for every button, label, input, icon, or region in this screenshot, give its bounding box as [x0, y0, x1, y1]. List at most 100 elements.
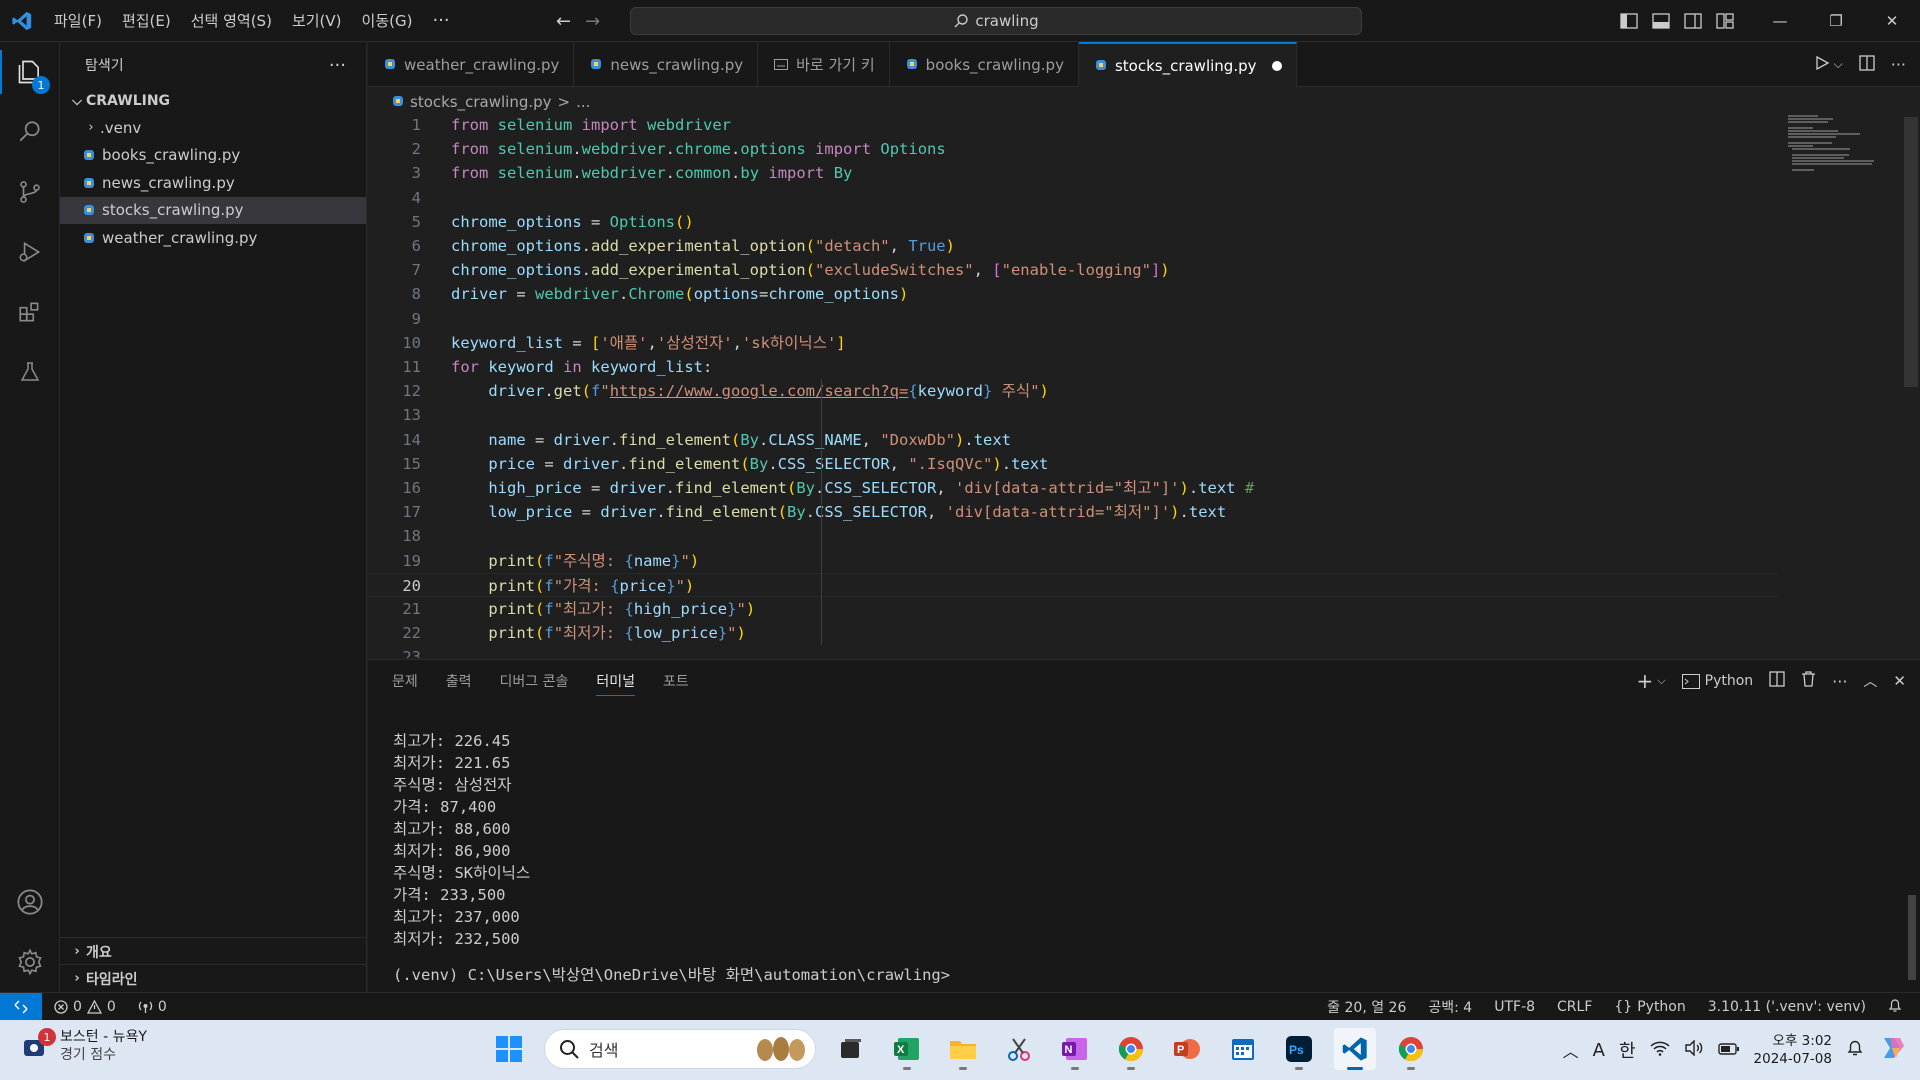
- code-line[interactable]: 6 chrome_options.add_experimental_option(…: [368, 234, 1778, 258]
- tray-overflow-chevron-up-icon[interactable]: ︿: [1563, 1038, 1579, 1062]
- account-icon[interactable]: [0, 872, 60, 932]
- code-line[interactable]: 13: [368, 403, 1778, 427]
- powerpoint-icon[interactable]: P: [1166, 1028, 1208, 1070]
- code-line[interactable]: 11 for keyword in keyword_list:: [368, 355, 1778, 379]
- indentation[interactable]: 공백: 4: [1428, 997, 1472, 1017]
- chrome-icon[interactable]: [1110, 1028, 1152, 1070]
- notifications-bell-icon[interactable]: [1888, 998, 1902, 1017]
- extensions-icon[interactable]: [0, 282, 60, 342]
- split-terminal-icon[interactable]: [1769, 671, 1785, 691]
- battery-icon[interactable]: [1717, 1040, 1740, 1061]
- tree-item-weather[interactable]: weather_crawling.py: [60, 224, 366, 252]
- restore-icon[interactable]: ❐: [1808, 0, 1864, 42]
- editor-more-icon[interactable]: ···: [1891, 55, 1906, 74]
- menu-more-icon[interactable]: ···: [422, 10, 459, 31]
- panel-tab-debug-console[interactable]: 디버그 콘솔: [500, 671, 569, 691]
- breadcrumb-symbols[interactable]: ...: [576, 93, 590, 111]
- panel-tab-ports[interactable]: 포트: [663, 671, 689, 691]
- code-line[interactable]: 17 low_price = driver.find_element(By.CS…: [368, 500, 1778, 524]
- code-line[interactable]: 8 driver = webdriver.Chrome(options=chrom…: [368, 282, 1778, 306]
- code-editor[interactable]: 1 from selenium import webdriver 2 from sel…: [368, 113, 1920, 658]
- code-line[interactable]: 5 chrome_options = Options(): [368, 210, 1778, 234]
- tab-weather-crawling[interactable]: weather_crawling.py: [368, 42, 575, 87]
- chrome-second-icon[interactable]: [1390, 1028, 1432, 1070]
- split-editor-icon[interactable]: [1859, 54, 1875, 75]
- system-clock[interactable]: 오후 3:02 2024-07-08: [1754, 1032, 1832, 1068]
- outline-section[interactable]: › 개요: [60, 937, 367, 965]
- code-line[interactable]: 12 driver.get(f"https://www.google.com/s…: [368, 379, 1778, 403]
- code-line[interactable]: 23: [368, 645, 1778, 658]
- vscode-taskbar-icon[interactable]: [1334, 1028, 1376, 1070]
- code-line[interactable]: 3 from selenium.webdriver.common.by impor…: [368, 161, 1778, 185]
- code-line[interactable]: 19 print(f"주식명: {name}"): [368, 549, 1778, 573]
- wifi-icon[interactable]: [1650, 1040, 1670, 1061]
- end-of-line[interactable]: CRLF: [1557, 999, 1592, 1015]
- code-line[interactable]: 1 from selenium import webdriver: [368, 113, 1778, 137]
- code-line[interactable]: 2 from selenium.webdriver.chrome.options …: [368, 137, 1778, 161]
- menu-go[interactable]: 이동(G): [352, 0, 423, 42]
- back-arrow-icon[interactable]: ←: [556, 11, 571, 32]
- toggle-panel-icon[interactable]: [1650, 10, 1672, 32]
- editor-scrollbar[interactable]: [1904, 117, 1918, 387]
- customize-layout-icon[interactable]: [1714, 10, 1736, 32]
- toggle-secondary-sidebar-icon[interactable]: [1682, 10, 1704, 32]
- code-line[interactable]: 14 name = driver.find_element(By.CLASS_N…: [368, 428, 1778, 452]
- minimap[interactable]: [1786, 113, 1876, 173]
- timeline-section[interactable]: › 타임라인: [60, 964, 367, 992]
- panel-tab-output[interactable]: 출력: [446, 671, 472, 691]
- search-view-icon[interactable]: [0, 102, 60, 162]
- terminal-prompt[interactable]: (.venv) C:\Users\박상연\OneDrive\바탕 화면\auto…: [393, 964, 950, 986]
- ports-indicator[interactable]: 0: [138, 999, 167, 1015]
- python-interpreter[interactable]: 3.10.11 ('.venv': venv): [1708, 999, 1866, 1015]
- panel-tab-terminal[interactable]: 터미널: [596, 671, 636, 696]
- code-line[interactable]: 15 price = driver.find_element(By.CSS_SE…: [368, 452, 1778, 476]
- run-debug-icon[interactable]: [0, 222, 60, 282]
- start-button-windows-icon[interactable]: [488, 1028, 530, 1070]
- tree-item-news[interactable]: news_crawling.py: [60, 169, 366, 197]
- minimize-icon[interactable]: —: [1752, 0, 1808, 42]
- problems-indicator[interactable]: 0 0: [54, 999, 116, 1015]
- calendar-icon[interactable]: [1222, 1028, 1264, 1070]
- code-line[interactable]: 7 chrome_options.add_experimental_option(…: [368, 258, 1778, 282]
- panel-more-icon[interactable]: ···: [1832, 672, 1847, 691]
- code-line[interactable]: 22 print(f"최저가: {low_price}"): [368, 621, 1778, 645]
- terminal-scrollbar[interactable]: [1908, 895, 1916, 980]
- code-line[interactable]: 16 high_price = driver.find_element(By.C…: [368, 476, 1778, 500]
- run-python-file-icon[interactable]: [1814, 55, 1830, 75]
- forward-arrow-icon[interactable]: →: [585, 11, 600, 32]
- weather-widget[interactable]: 1 보스턴 - 뉴욕Y 경기 점수: [22, 1028, 147, 1064]
- snipping-tool-icon[interactable]: [998, 1028, 1040, 1070]
- unsaved-dot-icon[interactable]: [1272, 60, 1283, 71]
- tab-keyboard-shortcuts[interactable]: 바로 가기 키: [758, 42, 890, 87]
- code-line[interactable]: 18: [368, 524, 1778, 548]
- menu-file[interactable]: 파일(F): [44, 0, 112, 42]
- menu-view[interactable]: 보기(V): [282, 0, 352, 42]
- testing-flask-icon[interactable]: [0, 342, 60, 402]
- code-line[interactable]: 4: [368, 186, 1778, 210]
- copilot-icon[interactable]: [1878, 1034, 1906, 1067]
- tree-item-venv[interactable]: › .venv: [60, 114, 366, 142]
- code-line[interactable]: 20 print(f"가격: {price}"): [368, 572, 1778, 597]
- menu-selection[interactable]: 선택 영역(S): [181, 0, 282, 42]
- code-line[interactable]: 10 keyword_list = ['애플','삼성전자','sk하이닉스']: [368, 331, 1778, 355]
- close-icon[interactable]: ✕: [1864, 0, 1920, 42]
- terminal-dropdown-chevron-icon[interactable]: ⌵: [1657, 674, 1665, 688]
- task-view-icon[interactable]: [830, 1028, 872, 1070]
- ime-mode-a[interactable]: A: [1593, 1040, 1605, 1061]
- tab-stocks-crawling[interactable]: stocks_crawling.py: [1078, 42, 1298, 87]
- tab-books-crawling[interactable]: books_crawling.py: [890, 42, 1079, 87]
- code-line[interactable]: 21 print(f"최고가: {high_price}"): [368, 597, 1778, 621]
- ime-mode-han[interactable]: 한: [1619, 1037, 1636, 1063]
- notification-bell-icon[interactable]: [1846, 1039, 1864, 1062]
- explorer-icon[interactable]: 1: [0, 42, 60, 102]
- maximize-panel-chevron-up-icon[interactable]: ︿: [1863, 671, 1877, 691]
- code-line[interactable]: 9: [368, 307, 1778, 331]
- kill-terminal-trash-icon[interactable]: [1801, 671, 1816, 691]
- tree-item-books[interactable]: books_crawling.py: [60, 142, 366, 170]
- breadcrumb-file[interactable]: stocks_crawling.py: [410, 93, 552, 111]
- volume-icon[interactable]: [1684, 1038, 1704, 1061]
- menu-edit[interactable]: 편집(E): [112, 0, 181, 42]
- terminal-shell-selector[interactable]: Python: [1681, 673, 1753, 689]
- file-explorer-icon[interactable]: [942, 1028, 984, 1070]
- source-control-icon[interactable]: [0, 162, 60, 222]
